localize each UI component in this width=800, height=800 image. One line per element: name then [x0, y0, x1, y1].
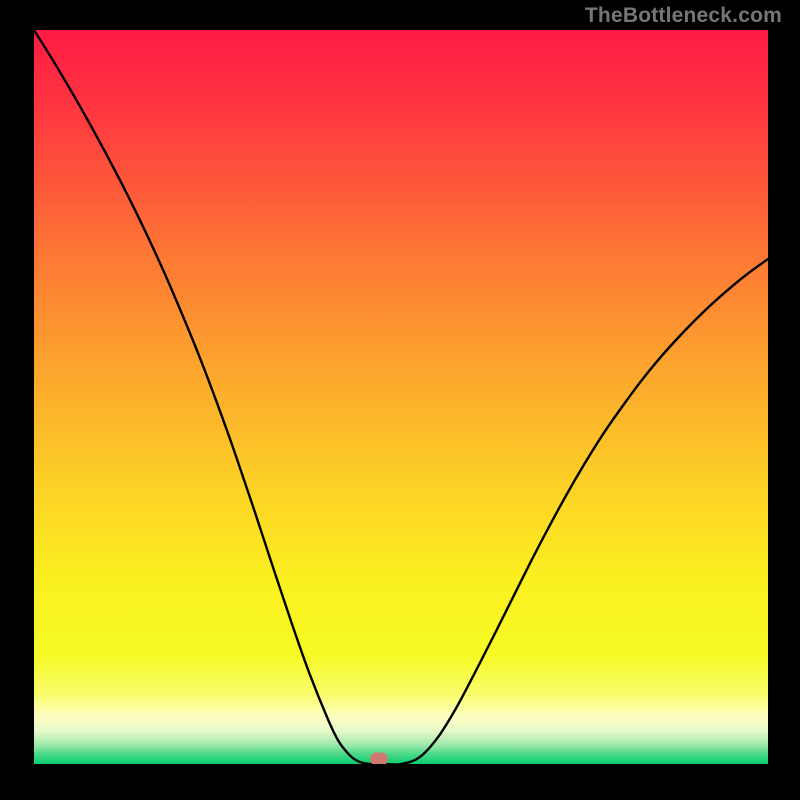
- optimal-point-marker: [370, 753, 388, 765]
- watermark-text: TheBottleneck.com: [585, 4, 782, 28]
- bottleneck-curve: [34, 30, 768, 764]
- chart-frame: TheBottleneck.com: [0, 0, 800, 800]
- plot-area: [34, 30, 768, 764]
